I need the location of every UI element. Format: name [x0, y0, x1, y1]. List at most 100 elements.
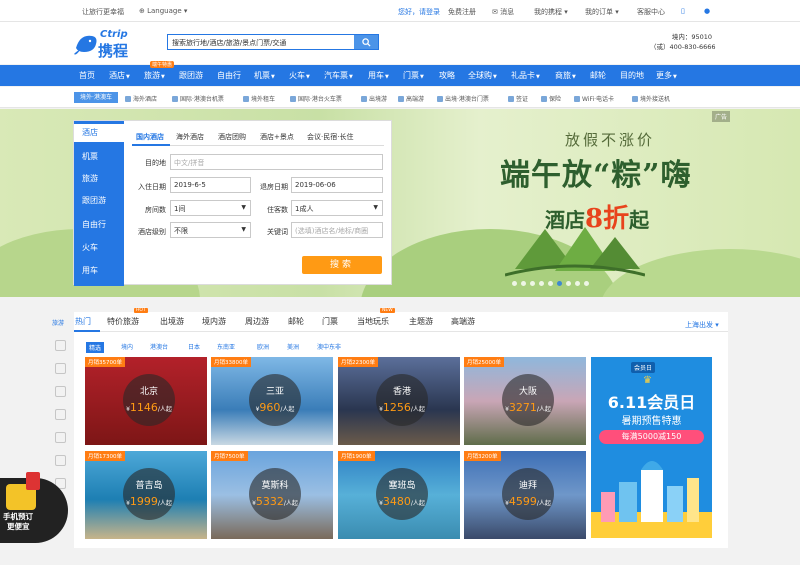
tab-hotel-group[interactable]: 酒店团购: [218, 132, 246, 142]
subnav-item[interactable]: 国际·港台火车票: [290, 94, 342, 103]
keyword-input[interactable]: (选填)酒店名/地标/商圈: [291, 222, 383, 238]
level-select[interactable]: 不限 ▼: [170, 222, 251, 238]
tab-nearby[interactable]: 周边游: [245, 316, 269, 327]
messages-link[interactable]: ✉ 消息: [492, 7, 514, 17]
nav-car[interactable]: 用车▼: [368, 70, 389, 81]
chip-other[interactable]: 澳中东非: [317, 342, 341, 351]
register-link[interactable]: 免费注册: [448, 7, 476, 17]
nav-destination[interactable]: 目的地: [620, 70, 644, 81]
destination-input[interactable]: 中文/拼音: [170, 154, 383, 170]
rooms-select[interactable]: 1间 ▼: [170, 200, 251, 216]
destination-card[interactable]: 月销1900单 塞班岛 ¥3480/人起: [338, 451, 460, 539]
destination-card[interactable]: 月销7500单 莫斯科 ¥5332/人起: [211, 451, 333, 539]
subnav-item[interactable]: 高端游: [398, 94, 424, 103]
subnav-item[interactable]: 海外酒店: [125, 94, 157, 103]
chip-featured[interactable]: 精选: [86, 342, 105, 353]
carousel-dot[interactable]: [539, 281, 544, 286]
subnav-item[interactable]: 境外租车: [243, 94, 275, 103]
nav-hotel[interactable]: 酒店▼: [109, 70, 130, 81]
tab-domestic[interactable]: 境内游: [202, 316, 226, 327]
destination-card[interactable]: 月销22300单 香港 ¥1256/人起: [338, 357, 460, 445]
wechat-icon[interactable]: ●: [704, 7, 710, 15]
nav-flights[interactable]: 机票▼: [254, 70, 275, 81]
nav-more[interactable]: 更多▼: [656, 70, 677, 81]
chip-europe[interactable]: 欧洲: [257, 342, 269, 351]
tab-tickets[interactable]: 门票: [322, 316, 338, 327]
destination-card[interactable]: 月销17300单 普吉岛 ¥1999/人起: [85, 451, 207, 539]
side-tab-car[interactable]: 用车: [82, 265, 98, 276]
member-day-ad[interactable]: 会员日 ♛ 6.11会员日 暑期预售特惠 每满5000减150: [591, 357, 712, 538]
side-tab-train[interactable]: 火车: [82, 242, 98, 253]
nav-guide[interactable]: 攻略: [439, 70, 455, 81]
nav-tickets[interactable]: 门票▼: [403, 70, 424, 81]
tab-theme[interactable]: 主题游: [409, 316, 433, 327]
carousel-dot[interactable]: [566, 281, 571, 286]
my-orders-link[interactable]: 我的订单 ▾: [585, 7, 619, 17]
tab-domestic-hotel[interactable]: 国内酒店: [136, 132, 164, 142]
nav-trains[interactable]: 火车▼: [289, 70, 310, 81]
car-icon[interactable]: [55, 386, 66, 397]
subnav-item[interactable]: 签证: [508, 94, 528, 103]
tab-overseas-hotel[interactable]: 海外酒店: [176, 132, 204, 142]
mobile-icon[interactable]: ▯: [681, 7, 685, 15]
tab-outbound[interactable]: 出境游: [160, 316, 184, 327]
subnav-item[interactable]: 保险: [541, 94, 561, 103]
chip-america[interactable]: 美洲: [287, 342, 299, 351]
plane-icon[interactable]: [55, 363, 66, 374]
carousel-dot[interactable]: [530, 281, 535, 286]
ctrip-logo[interactable]: Ctrip 携程: [74, 28, 144, 60]
side-tab-free[interactable]: 自由行: [82, 219, 106, 230]
hotel-icon[interactable]: [55, 340, 66, 351]
tab-hotel-sight[interactable]: 酒店+景点: [260, 132, 294, 142]
destination-card[interactable]: 月销33800单 三亚 ¥960/人起: [211, 357, 333, 445]
carousel-dot[interactable]: [548, 281, 553, 286]
carousel-dot[interactable]: [521, 281, 526, 286]
chip-hk-macau-tw[interactable]: 港澳台: [150, 342, 168, 351]
hotel-search-button[interactable]: 搜索: [302, 256, 382, 274]
bag-icon[interactable]: [55, 432, 66, 443]
nav-cruise[interactable]: 邮轮: [590, 70, 606, 81]
subnav-item[interactable]: 境外接送机: [632, 94, 670, 103]
carousel-dot[interactable]: [557, 281, 562, 286]
nav-business[interactable]: 商旅▼: [555, 70, 576, 81]
nav-free-tour[interactable]: 自由行: [217, 70, 241, 81]
search-box[interactable]: 搜索旅行地/酒店/旅游/景点门票/交通: [167, 34, 379, 50]
search-button[interactable]: [354, 35, 378, 49]
side-tab-hotel[interactable]: 酒店: [74, 124, 124, 142]
nav-global-buy[interactable]: 全球购▼: [468, 70, 497, 81]
carousel-dot[interactable]: [584, 281, 589, 286]
carousel-dot[interactable]: [575, 281, 580, 286]
tab-luxury[interactable]: 高端游: [451, 316, 475, 327]
people-icon[interactable]: [55, 455, 66, 466]
subnav-item[interactable]: 出境·港澳台门票: [437, 94, 489, 103]
location-icon[interactable]: [55, 409, 66, 420]
nav-bus[interactable]: 汽车票▼: [324, 70, 353, 81]
tab-hot[interactable]: 热门: [75, 316, 91, 327]
tab-cruise[interactable]: 邮轮: [288, 316, 304, 327]
service-link[interactable]: 客服中心: [637, 7, 665, 17]
language-selector[interactable]: ⊕ Language ▾: [139, 7, 187, 15]
chip-domestic[interactable]: 境内: [121, 342, 133, 351]
subnav-item[interactable]: 出境游: [361, 94, 387, 103]
tab-special[interactable]: 特价旅游: [107, 316, 139, 327]
guests-select[interactable]: 1成人 ▼: [291, 200, 383, 216]
carousel-dot[interactable]: [512, 281, 517, 286]
checkout-input[interactable]: 2019-06-06: [291, 177, 383, 193]
tab-local[interactable]: 当地玩乐: [357, 316, 389, 327]
subnav-item[interactable]: WiFi·电话卡: [574, 94, 614, 103]
destination-card[interactable]: 月销25000单 大阪 ¥3271/人起: [464, 357, 586, 445]
nav-group-tour[interactable]: 跟团游: [179, 70, 203, 81]
destination-card[interactable]: 月销35700单 北京 ¥1146/人起: [85, 357, 207, 445]
side-tab-group[interactable]: 跟团游: [82, 195, 106, 206]
login-link[interactable]: 您好，请登录: [398, 7, 440, 17]
nav-travel[interactable]: 旅游▼: [144, 70, 165, 81]
chip-sea[interactable]: 东南亚: [217, 342, 235, 351]
chip-japan[interactable]: 日本: [188, 342, 200, 351]
checkin-input[interactable]: 2019-6-5: [170, 177, 251, 193]
side-tab-travel[interactable]: 旅游: [82, 173, 98, 184]
departure-city-select[interactable]: 上海出发 ▾: [685, 320, 719, 330]
nav-gift-card[interactable]: 礼品卡▼: [511, 70, 540, 81]
side-tab-flight[interactable]: 机票: [82, 151, 98, 162]
my-trips-link[interactable]: 我的携程 ▾: [534, 7, 568, 17]
tab-meeting[interactable]: 会议·民宿·长住: [307, 132, 353, 142]
